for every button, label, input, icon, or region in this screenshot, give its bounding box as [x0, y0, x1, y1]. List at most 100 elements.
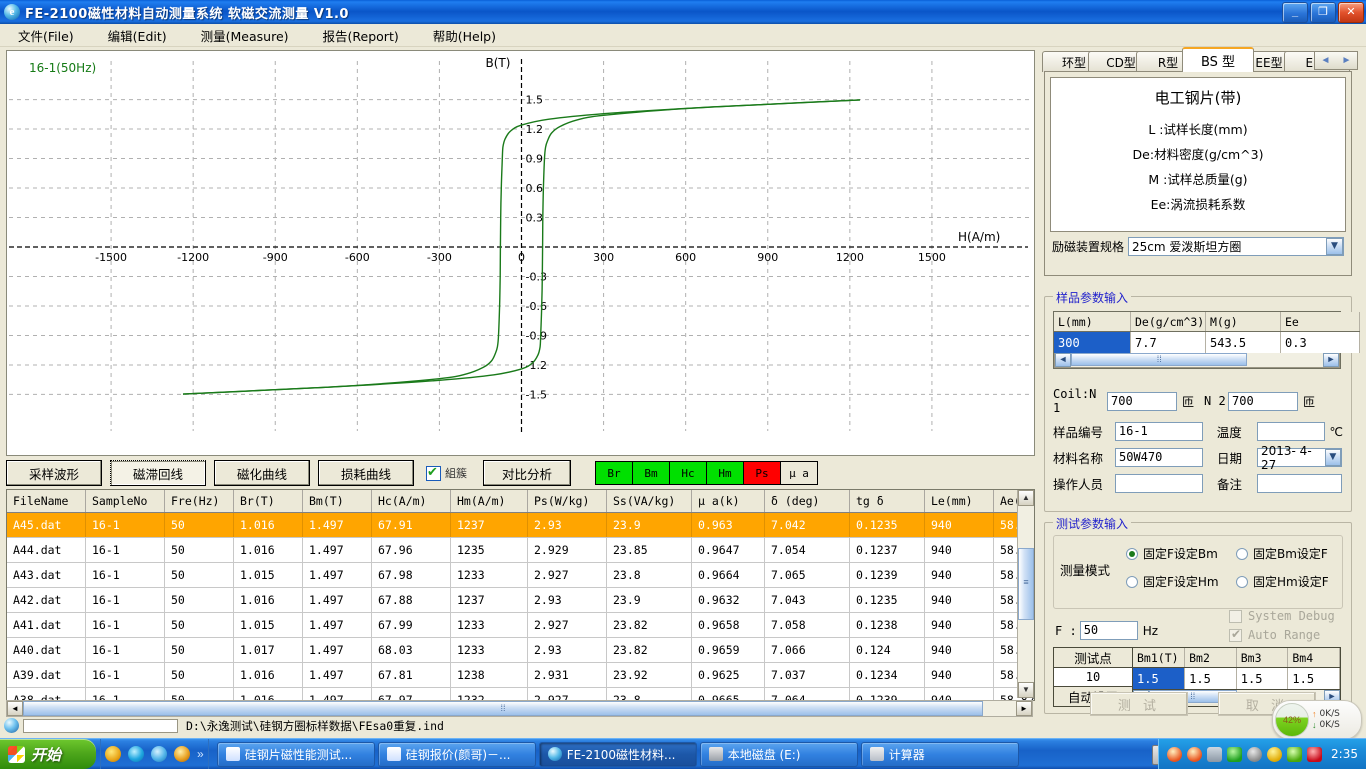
sp-scroll-right[interactable]: ► [1323, 353, 1339, 367]
menu-measure[interactable]: 测量(Measure) [201, 24, 305, 47]
hysteresis-chart-panel[interactable]: 16-1(50Hz) B(T) H(A/m) -1500 -1200 -900 -600 -… [6, 50, 1035, 456]
taskbar-item[interactable]: 计算器 [860, 741, 1019, 767]
table-row[interactable]: A45.dat 16-1 50 1.016 1.497 67.91 1237 2.93 23.9… [7, 512, 1034, 538]
close-button[interactable]: ✕ [1338, 2, 1364, 23]
taskbar-item[interactable]: FE-2100磁性材料... [538, 741, 697, 767]
tray-antivirus-icon[interactable] [1307, 746, 1323, 762]
checkbox-box[interactable] [1229, 609, 1242, 623]
tray-volume-icon[interactable] [1247, 746, 1263, 762]
quicklaunch-qq-icon[interactable] [105, 746, 121, 762]
table-row[interactable]: A42.dat 16-1 50 1.016 1.497 67.88 1237 2.93 23.9… [7, 587, 1034, 613]
legend-button-mu-a[interactable]: μ a [781, 462, 817, 484]
radio-button-icon[interactable] [1236, 547, 1248, 560]
system-debug-checkbox[interactable]: System Debug [1229, 609, 1335, 623]
menu-file[interactable]: 文件(File) [18, 24, 90, 47]
checkbox-box[interactable] [426, 464, 441, 481]
compare-analysis-button[interactable]: 对比分析 [483, 460, 571, 486]
bm-cell[interactable]: 1.5 [1184, 667, 1237, 689]
minimize-button[interactable]: _ [1282, 2, 1308, 23]
sample-no-input[interactable]: 16-1 [1114, 422, 1203, 441]
table-row[interactable]: A43.dat 16-1 50 1.015 1.497 67.98 1233 2.927 23.… [7, 562, 1034, 588]
table-header-cell[interactable]: μ a(k) [691, 490, 765, 513]
sample-param-cell[interactable]: 300 [1054, 331, 1131, 353]
date-chevron-down-icon[interactable]: ▼ [1324, 449, 1341, 466]
tab-scroll-buttons[interactable]: ◄ ► [1314, 51, 1358, 70]
frequency-input[interactable]: 50 [1079, 621, 1138, 640]
chevron-down-icon[interactable]: ▼ [1326, 238, 1343, 255]
hscroll-track[interactable]: ⁞⁞ [23, 701, 1016, 716]
tray-shield-green-icon[interactable] [1227, 746, 1243, 762]
sample-param-cell[interactable]: 543.5 [1205, 331, 1281, 353]
coil-n2-input[interactable]: 700 [1228, 391, 1299, 411]
table-row[interactable]: A38.dat 16-1 50 1.016 1.497 67.97 1232 2.927 23.… [7, 687, 1034, 700]
table-header-cell[interactable]: Bm(T) [302, 490, 372, 513]
hscroll-right-arrow[interactable]: ► [1016, 701, 1032, 716]
radio-button-icon[interactable] [1236, 575, 1248, 588]
table-header-cell[interactable]: Hc(A/m) [371, 490, 451, 513]
table-header-cell[interactable]: SampleNo [85, 490, 165, 513]
tab-loss-curve[interactable]: 损耗曲线 [318, 460, 414, 486]
maximize-button[interactable]: ❐ [1310, 2, 1336, 23]
table-header-cell[interactable]: Hm(A/m) [450, 490, 528, 513]
taskbar-item[interactable]: 硅钢片磁性能测试... [216, 741, 375, 767]
radio-button-icon[interactable] [1126, 575, 1138, 588]
tab-scroll-next-icon[interactable]: ► [1336, 52, 1357, 69]
tab-scroll-prev-icon[interactable]: ◄ [1315, 52, 1336, 69]
tab-hysteresis-loop[interactable]: 磁滞回线 [110, 460, 206, 486]
table-vertical-scrollbar[interactable]: ▲ ▼ [1017, 490, 1034, 698]
network-speed-widget[interactable]: 42% ↑ ↓ 0K/S 0K/S [1272, 700, 1362, 740]
bm-cell[interactable]: 1.5 [1287, 667, 1340, 689]
sample-param-cell[interactable]: 7.7 [1130, 331, 1206, 353]
taskbar-item[interactable]: 本地磁盘 (E:) [699, 741, 858, 767]
sample-params-scrollbar[interactable]: ◄ ⁞⁞ ► [1054, 353, 1340, 368]
tray-clock[interactable]: 2:35 [1331, 747, 1358, 761]
radio-fixed-f-set-hm[interactable]: 固定F设定Hm [1126, 573, 1219, 590]
radio-button-icon[interactable] [1126, 547, 1138, 560]
temperature-input[interactable] [1256, 422, 1325, 441]
menu-report[interactable]: 报告(Report) [323, 24, 415, 47]
tray-qq2-icon[interactable] [1187, 746, 1203, 762]
sp-scroll-thumb[interactable]: ⁞⁞ [1071, 353, 1248, 366]
checkbox-box[interactable] [1229, 627, 1242, 642]
table-header-cell[interactable]: Ss(VA/kg) [606, 490, 692, 513]
date-select[interactable]: 2013- 4-27 ▼ [1257, 444, 1342, 472]
sample-params-table[interactable]: L(mm) De(g/cm^3) M(g) Ee 300 7.7 543.5 0.3 ◄ ⁞… [1053, 311, 1360, 369]
quicklaunch-overflow-icon[interactable]: » [197, 747, 204, 761]
table-horizontal-scrollbar[interactable]: ◄ ⁞⁞ ► [6, 700, 1033, 717]
tab-sampling-waveform[interactable]: 采样波形 [6, 460, 102, 486]
table-row[interactable]: A40.dat 16-1 50 1.017 1.497 68.03 1233 2.93 23.8… [7, 637, 1034, 663]
start-button[interactable]: 开始 [0, 739, 96, 769]
scroll-thumb[interactable] [1018, 548, 1034, 620]
taskbar-item[interactable]: 硅钢报价(颜哥)－... [377, 741, 536, 767]
tab-magnetization-curve[interactable]: 磁化曲线 [214, 460, 310, 486]
sp-scroll-left[interactable]: ◄ [1055, 353, 1071, 367]
quicklaunch-cloud-icon[interactable] [151, 746, 167, 762]
quicklaunch-ie-icon[interactable] [128, 746, 144, 762]
table-row[interactable]: A39.dat 16-1 50 1.016 1.497 67.81 1238 2.931 23.… [7, 662, 1034, 688]
sample-param-cell[interactable]: 0.3 [1280, 331, 1360, 353]
table-row[interactable]: A41.dat 16-1 50 1.015 1.497 67.99 1233 2.927 23.… [7, 612, 1034, 638]
radio-fixed-hm-set-f[interactable]: 固定Hm设定F [1236, 573, 1329, 590]
remark-input[interactable] [1257, 474, 1342, 493]
legend-button-ps[interactable]: Ps [744, 462, 781, 484]
menu-edit[interactable]: 编辑(Edit) [108, 24, 183, 47]
operator-input[interactable] [1115, 474, 1203, 493]
material-name-input[interactable]: 50W470 [1115, 448, 1203, 467]
table-header-cell[interactable]: Le(mm) [924, 490, 994, 513]
table-header-cell[interactable]: FileName [7, 490, 86, 513]
scroll-down-arrow[interactable]: ▼ [1018, 682, 1034, 698]
table-header-cell[interactable]: δ (deg) [764, 490, 850, 513]
table-header-cell[interactable]: Br(T) [233, 490, 303, 513]
excitation-device-select[interactable]: 25cm 爱泼斯坦方圈 ▼ [1128, 237, 1344, 256]
table-header-cell[interactable]: Fre(Hz) [164, 490, 234, 513]
test-point-value[interactable]: 10 [1054, 668, 1132, 687]
scroll-up-arrow[interactable]: ▲ [1018, 490, 1034, 506]
results-table[interactable]: FileName SampleNo Fre(Hz) Br(T) Bm(T) Hc(A/m)… [6, 489, 1035, 701]
bm-cell[interactable]: 1.5 [1236, 667, 1289, 689]
hscroll-thumb[interactable]: ⁞⁞ [23, 701, 983, 716]
radio-fixed-f-set-bm[interactable]: 固定F设定Bm [1126, 545, 1218, 562]
group-cluster-checkbox[interactable]: 組簇 [426, 464, 467, 481]
coil-n1-input[interactable]: 700 [1107, 391, 1177, 411]
tray-network-icon[interactable] [1207, 746, 1223, 762]
auto-range-checkbox[interactable]: Auto Range [1229, 627, 1335, 642]
